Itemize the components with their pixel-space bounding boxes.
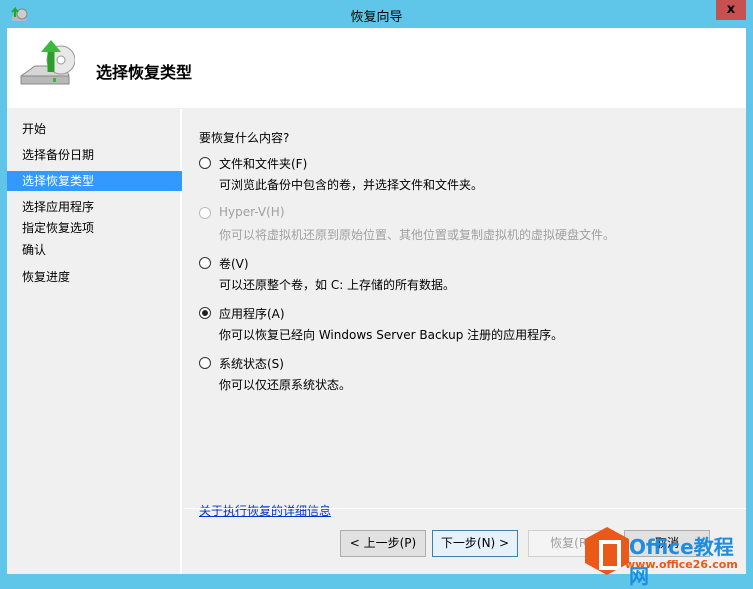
option-label: 文件和文件夹(F)	[219, 157, 308, 171]
step-confirm: 确认	[22, 243, 47, 257]
radio-button[interactable]	[199, 257, 211, 269]
wizard-header: 选择恢复类型	[7, 28, 746, 108]
radio-button	[199, 207, 211, 219]
wizard-window: 选择恢复类型 开始 选择备份日期 选择恢复类型 选择应用程序 指定恢复选项 确认…	[7, 28, 746, 574]
option-description: 可浏览此备份中包含的卷，并选择文件和文件夹。	[219, 178, 484, 192]
option-description: 你可以仅还原系统状态。	[219, 378, 352, 392]
option-description: 你可以将虚拟机还原到原始位置、其他位置或复制虚拟机的虚拟硬盘文件。	[219, 228, 616, 242]
watermark-url: www.office26.com	[625, 558, 738, 571]
radio-button[interactable]	[199, 157, 211, 169]
step-select-backup-date: 选择备份日期	[22, 148, 95, 162]
wizard-steps: 开始 选择备份日期 选择恢复类型 选择应用程序 指定恢复选项 确认 恢复进度	[7, 109, 182, 574]
question-label: 要恢复什么内容?	[199, 131, 290, 145]
option-label: 卷(V)	[219, 257, 249, 271]
title-bar: 恢复向导 x	[0, 0, 753, 28]
step-select-recovery-type: 选择恢复类型	[7, 171, 182, 191]
watermark: Office教程网 www.office26.com	[585, 525, 750, 588]
close-button[interactable]: x	[716, 0, 746, 20]
radio-button[interactable]	[199, 357, 211, 369]
radio-button-selected[interactable]	[199, 307, 211, 319]
office-logo-icon	[585, 527, 629, 575]
page-title: 选择恢复类型	[96, 63, 193, 82]
next-button[interactable]: 下一步(N) >	[432, 530, 518, 557]
option-label: 系统状态(S)	[219, 357, 284, 371]
step-start: 开始	[22, 122, 47, 136]
main-content: 要恢复什么内容? 文件和文件夹(F) 可浏览此备份中包含的卷，并选择文件和文件夹…	[184, 109, 746, 518]
step-recovery-options: 指定恢复选项	[22, 221, 95, 235]
window-title: 恢复向导	[350, 10, 403, 25]
recovery-details-link[interactable]: 关于执行恢复的详细信息	[199, 502, 331, 519]
option-label: 应用程序(A)	[219, 307, 285, 321]
divider	[184, 508, 746, 509]
back-button[interactable]: < 上一步(P)	[340, 530, 426, 557]
step-recovery-progress: 恢复进度	[22, 270, 71, 284]
option-description: 你可以恢复已经向 Windows Server Backup 注册的应用程序。	[219, 328, 564, 342]
option-label: Hyper-V(H)	[219, 205, 285, 219]
step-select-application: 选择应用程序	[22, 200, 95, 214]
backup-drive-icon	[20, 40, 75, 85]
option-description: 可以还原整个卷，如 C: 上存储的所有数据。	[219, 278, 456, 292]
